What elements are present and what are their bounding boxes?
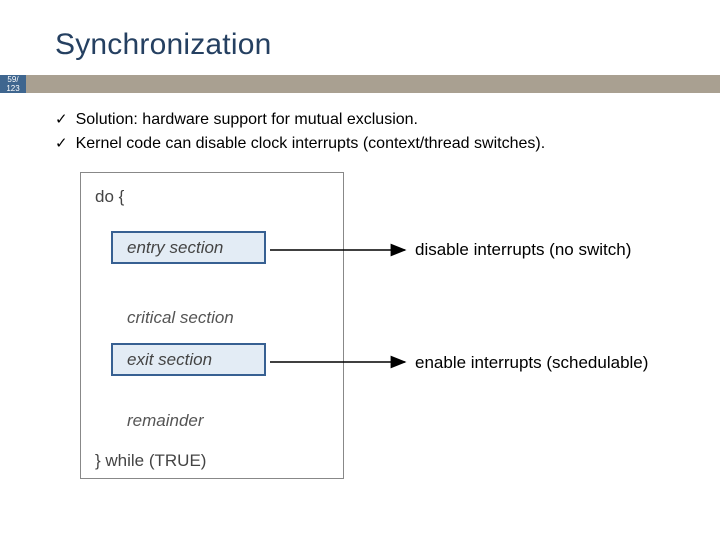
- bullet-item: ✓ Kernel code can disable clock interrup…: [55, 132, 695, 156]
- code-diagram: do { entry section critical section exit…: [80, 172, 344, 479]
- bullet-text: Kernel code can disable clock interrupts…: [76, 132, 546, 156]
- slide-title: Synchronization: [55, 28, 271, 62]
- remainder-label: remainder: [127, 411, 204, 431]
- bullet-text: Solution: hardware support for mutual ex…: [76, 108, 418, 132]
- slide: Synchronization 59/ 123 ✓ Solution: hard…: [0, 0, 720, 540]
- while-line: } while (TRUE): [95, 451, 206, 471]
- annotation-disable: disable interrupts (no switch): [415, 240, 631, 260]
- annotation-enable: enable interrupts (schedulable): [415, 353, 648, 373]
- exit-section-box: exit section: [111, 343, 266, 376]
- page-number-badge: 59/ 123: [0, 75, 26, 93]
- do-line: do {: [95, 187, 124, 207]
- entry-section-label: entry section: [127, 238, 223, 258]
- bullet-list: ✓ Solution: hardware support for mutual …: [55, 108, 695, 156]
- critical-section-label: critical section: [127, 308, 234, 328]
- exit-section-label: exit section: [127, 350, 212, 370]
- bullet-item: ✓ Solution: hardware support for mutual …: [55, 108, 695, 132]
- check-icon: ✓: [55, 132, 68, 156]
- check-icon: ✓: [55, 108, 68, 132]
- entry-section-box: entry section: [111, 231, 266, 264]
- header-band: [0, 75, 720, 93]
